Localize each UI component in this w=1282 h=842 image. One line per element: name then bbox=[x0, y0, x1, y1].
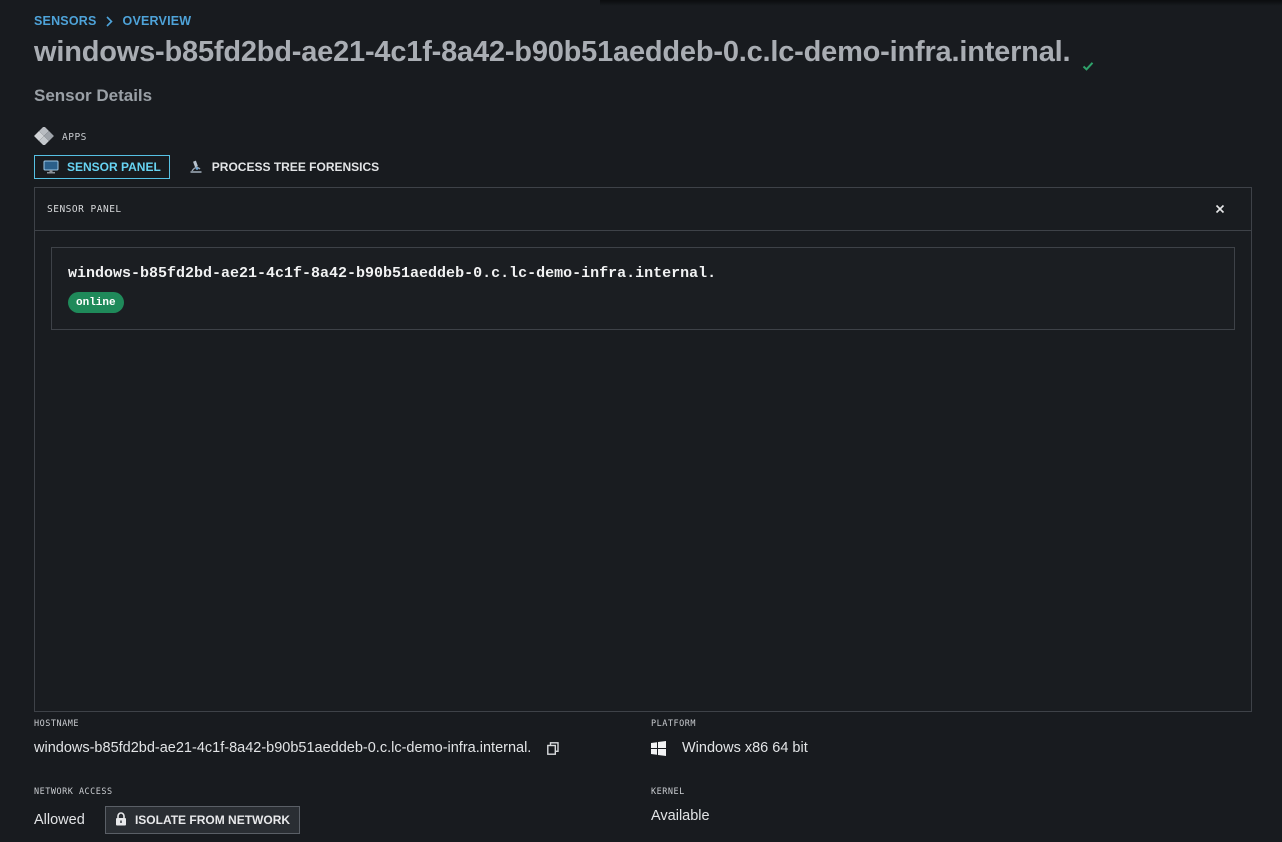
sensor-panel: SENSOR PANEL windows-b85fd2bd-ae21-4c1f-… bbox=[34, 187, 1252, 712]
chevron-right-icon bbox=[105, 15, 115, 27]
apps-menu[interactable]: APPS bbox=[34, 126, 87, 148]
isolate-from-network-button[interactable]: ISOLATE FROM NETWORK bbox=[105, 806, 300, 834]
breadcrumb-overview-link[interactable]: OVERVIEW bbox=[123, 14, 192, 28]
apps-label: APPS bbox=[62, 132, 87, 143]
close-icon[interactable] bbox=[1213, 202, 1227, 216]
check-icon bbox=[1082, 47, 1094, 71]
page-subtitle: Sensor Details bbox=[34, 86, 153, 105]
page-title-text: windows-b85fd2bd-ae21-4c1f-8a42-b90b51ae… bbox=[34, 36, 1071, 68]
windows-icon bbox=[651, 740, 666, 756]
status-badge: online bbox=[68, 292, 124, 313]
tab-sensor-panel-label: SENSOR PANEL bbox=[67, 160, 161, 174]
platform-label: PLATFORM bbox=[651, 719, 696, 729]
hostname-label: HOSTNAME bbox=[34, 719, 79, 729]
network-access-label: NETWORK ACCESS bbox=[34, 787, 113, 797]
top-shadow bbox=[600, 0, 1282, 6]
hostname-value: windows-b85fd2bd-ae21-4c1f-8a42-b90b51ae… bbox=[34, 740, 532, 756]
platform-field: Windows x86 64 bit bbox=[651, 740, 808, 756]
kernel-value: Available bbox=[651, 808, 710, 824]
sensor-panel-title: SENSOR PANEL bbox=[47, 203, 122, 215]
breadcrumb-sensors-link[interactable]: SENSORS bbox=[34, 14, 97, 28]
hostname-field: windows-b85fd2bd-ae21-4c1f-8a42-b90b51ae… bbox=[34, 740, 560, 756]
platform-value: Windows x86 64 bit bbox=[682, 740, 808, 756]
breadcrumb: SENSORS OVERVIEW bbox=[34, 14, 191, 28]
lock-icon bbox=[115, 811, 127, 829]
tab-process-tree-forensics[interactable]: PROCESS TREE FORENSICS bbox=[174, 155, 387, 179]
sensor-card: windows-b85fd2bd-ae21-4c1f-8a42-b90b51ae… bbox=[51, 247, 1235, 330]
page-title: windows-b85fd2bd-ae21-4c1f-8a42-b90b51ae… bbox=[34, 36, 1094, 71]
sensor-details-page: SENSORS OVERVIEW windows-b85fd2bd-ae21-4… bbox=[0, 0, 1282, 842]
copy-icon[interactable] bbox=[547, 741, 560, 755]
kernel-label: KERNEL bbox=[651, 787, 685, 797]
network-access-value: Allowed bbox=[34, 812, 85, 828]
apps-diamond-icon bbox=[34, 126, 54, 148]
sensor-panel-header: SENSOR PANEL bbox=[35, 188, 1251, 231]
microscope-icon bbox=[188, 160, 204, 174]
sensor-card-hostname: windows-b85fd2bd-ae21-4c1f-8a42-b90b51ae… bbox=[68, 265, 717, 282]
monitor-icon bbox=[43, 160, 59, 174]
isolate-from-network-label: ISOLATE FROM NETWORK bbox=[134, 813, 291, 827]
tab-bar: SENSOR PANEL PROCESS TREE FORENSICS bbox=[34, 155, 387, 179]
tab-process-tree-forensics-label: PROCESS TREE FORENSICS bbox=[211, 160, 380, 174]
tab-sensor-panel[interactable]: SENSOR PANEL bbox=[34, 155, 170, 179]
